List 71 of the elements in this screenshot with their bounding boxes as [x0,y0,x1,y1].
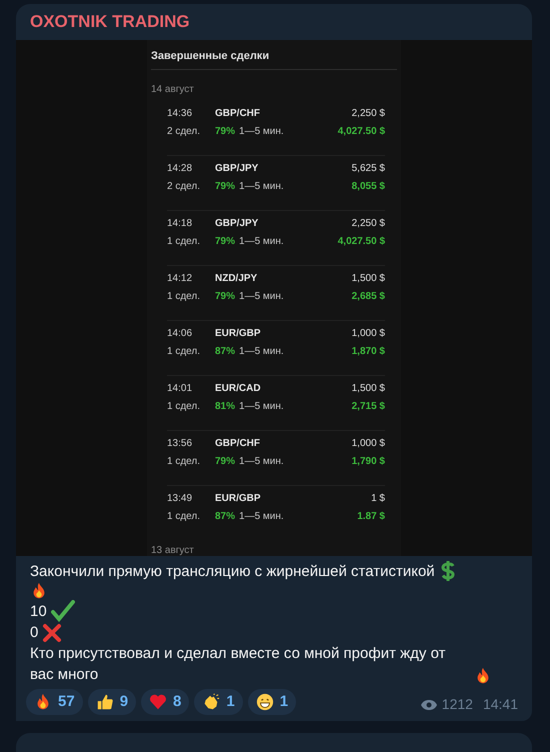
trade-duration: 1—5 мин. [239,235,284,249]
panel-title: Завершенные сделки [151,48,397,70]
message-text: 0 [30,623,38,643]
trade-payout: 4,027.50 $ [338,235,385,249]
currency-pair: EUR/GBP [215,327,261,341]
trade-time: 14:06 [167,327,194,341]
trade-time: 14:18 [167,217,194,231]
payout-percent: 81% [215,400,236,414]
message-time: 14:41 [482,695,518,714]
trade-duration: 1—5 мин. [239,345,284,359]
message-text: 10 [30,602,47,622]
date-label: 14 август [150,82,195,96]
payout-percent: 79% [215,455,236,469]
payout-percent: 79% [215,235,236,249]
currency-pair: GBP/CHF [215,437,260,451]
payout-percent: 79% [215,180,236,194]
payout-percent: 87% [215,510,236,524]
reaction-button[interactable]: 8 [141,689,190,715]
deal-count: 1 сдел. [167,455,202,469]
currency-pair: GBP/JPY [215,217,258,231]
trade-duration: 1—5 мин. [239,510,284,524]
currency-pair: NZD/JPY [215,272,258,286]
trade-payout: 2,715 $ [352,400,385,414]
trade-duration: 1—5 мин. [239,290,284,304]
payout-percent: 79% [215,290,236,304]
trade-payout: 1.87 $ [357,510,385,524]
trade-payout: 1,870 $ [352,345,385,359]
message-text: Закончили прямую трансляцию с жирнейшей статистикой [30,562,435,582]
deal-count: 1 сдел. [167,400,202,414]
view-count: 1212 [442,695,473,714]
trade-time: 13:56 [167,437,194,451]
trade-payout: 2,685 $ [352,290,385,304]
reaction-button[interactable]: 1 [248,689,296,715]
currency-pair: EUR/GBP [215,492,261,506]
channel-name[interactable]: OXOTNIK TRADING [30,9,190,35]
reaction-button[interactable]: 57 [26,689,83,715]
currency-pair: GBP/JPY [215,162,258,176]
deal-count: 2 сдел. [167,125,202,139]
trade-duration: 1—5 мин. [239,125,284,139]
date-label: 13 август [150,544,195,556]
trade-payout: 4,027.50 $ [338,125,385,139]
payout-percent: 79% [215,125,236,139]
trade-amount: 2,250 $ [352,217,385,231]
currency-pair: EUR/CAD [215,382,261,396]
trade-time: 14:36 [167,107,194,121]
trade-amount: 2,250 $ [352,107,385,121]
deal-count: 1 сдел. [167,510,202,524]
trade-amount: 1,500 $ [352,272,385,286]
reaction-button[interactable]: 9 [88,689,136,715]
currency-pair: GBP/CHF [215,107,260,121]
trade-time: 14:01 [167,382,194,396]
trade-amount: 5,625 $ [352,162,385,176]
trade-amount: 1,500 $ [352,382,385,396]
deal-count: 2 сдел. [167,180,202,194]
reaction-button[interactable]: 1 [194,689,243,715]
trade-time: 13:49 [167,492,194,506]
trade-amount: 1 $ [371,492,385,506]
payout-percent: 87% [215,345,236,359]
deal-count: 1 сдел. [167,290,202,304]
message-text: Кто присутствовал и сделал вместе со мной профит жду от вас много [30,644,446,685]
trade-payout: 1,790 $ [352,455,385,469]
trade-amount: 1,000 $ [352,327,385,341]
trade-duration: 1—5 мин. [239,455,284,469]
trade-time: 14:28 [167,162,194,176]
trade-duration: 1—5 мин. [239,400,284,414]
trade-amount: 1,000 $ [352,437,385,451]
trade-payout: 8,055 $ [352,180,385,194]
deal-count: 1 сдел. [167,345,202,359]
deal-count: 1 сдел. [167,235,202,249]
trade-duration: 1—5 мин. [239,180,284,194]
trade-time: 14:12 [167,272,194,286]
